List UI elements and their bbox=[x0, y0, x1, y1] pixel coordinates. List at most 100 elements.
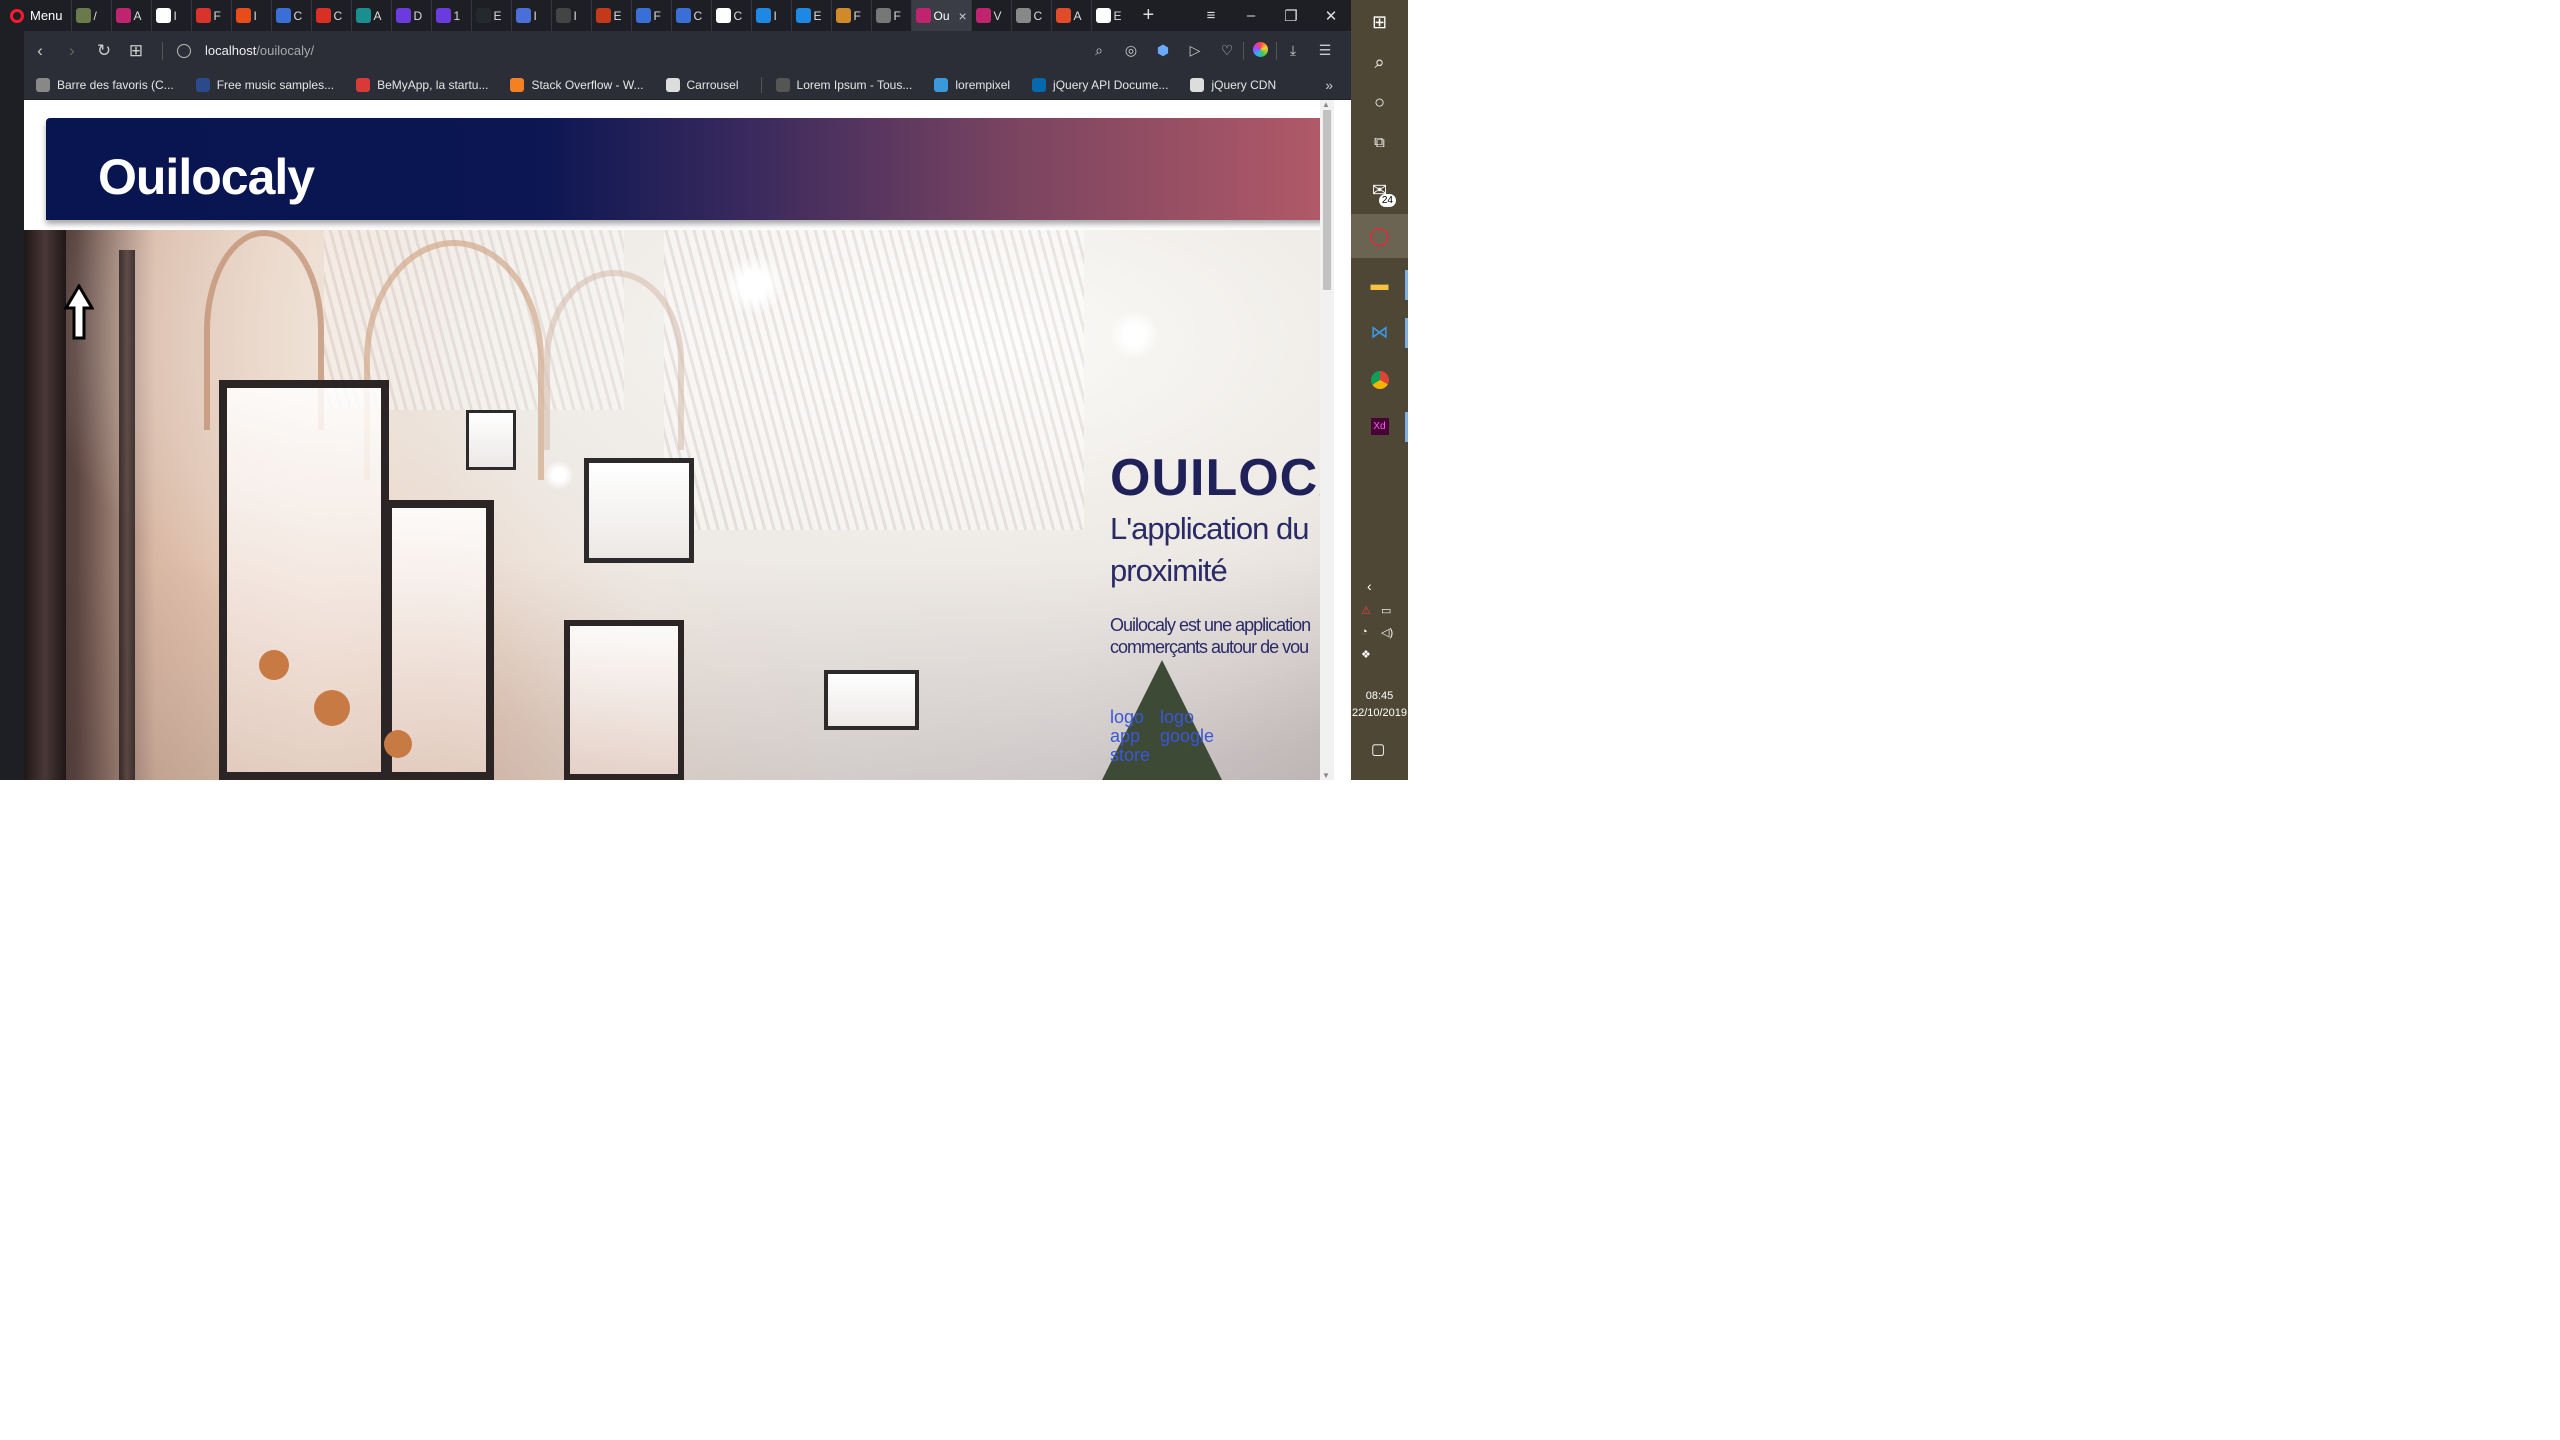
tab-13[interactable]: E bbox=[590, 0, 631, 31]
tab-18[interactable]: E bbox=[790, 0, 831, 31]
chrome-icon[interactable] bbox=[1351, 358, 1408, 402]
windows-start-icon[interactable]: ⊞ bbox=[1351, 0, 1408, 44]
tab-11[interactable]: I bbox=[510, 0, 551, 31]
tab-label: I bbox=[533, 8, 537, 23]
mail-icon[interactable]: ✉ 24 bbox=[1351, 168, 1408, 212]
tab-after-2[interactable]: A bbox=[1050, 0, 1091, 31]
volume-icon[interactable]: ◁) bbox=[1381, 626, 1393, 639]
tab-17[interactable]: I bbox=[750, 0, 791, 31]
bookmark-item[interactable]: jQuery CDN bbox=[1190, 77, 1277, 92]
network-status-icon[interactable]: ⚠ bbox=[1361, 604, 1371, 617]
snapshot-icon[interactable]: ◎ bbox=[1115, 42, 1147, 59]
tab-20[interactable]: F bbox=[870, 0, 911, 31]
minimize-button[interactable]: – bbox=[1231, 7, 1271, 24]
tab-after-1[interactable]: C bbox=[1010, 0, 1051, 31]
bookmark-item[interactable]: BeMyApp, la startu... bbox=[356, 77, 488, 92]
bookmark-item[interactable]: lorempixel bbox=[934, 77, 1010, 92]
site-info-icon[interactable] bbox=[177, 43, 191, 58]
send-icon[interactable]: ▷ bbox=[1179, 42, 1211, 59]
bookmark-label: jQuery API Docume... bbox=[1053, 77, 1169, 92]
extension-icon[interactable] bbox=[1244, 41, 1276, 60]
google-play-link[interactable]: logo google bbox=[1160, 708, 1230, 746]
bookmark-item[interactable]: Lorem Ipsum - Tous... bbox=[775, 77, 912, 92]
dropbox-icon[interactable]: ❖ bbox=[1361, 648, 1371, 661]
app-store-link[interactable]: logo app store bbox=[1110, 708, 1162, 765]
bookmark-favicon-icon bbox=[934, 77, 949, 92]
bookmark-item[interactable]: Free music samples... bbox=[195, 77, 334, 92]
page-scrollbar[interactable]: ▲ ▼ bbox=[1320, 100, 1334, 780]
easy-setup-icon[interactable]: ☰ bbox=[1309, 42, 1341, 59]
tab-15[interactable]: C bbox=[670, 0, 711, 31]
download-icon[interactable]: ⤓ bbox=[1277, 42, 1309, 59]
bookmark-item[interactable]: Carrousel bbox=[665, 77, 739, 92]
tab-1[interactable]: A bbox=[110, 0, 151, 31]
tab-16[interactable]: C bbox=[710, 0, 751, 31]
tab-label: C bbox=[733, 8, 743, 23]
action-center-icon[interactable]: ▢ bbox=[1371, 740, 1385, 758]
vpn-shield-icon[interactable]: ⬢ bbox=[1147, 42, 1179, 59]
cortana-icon[interactable]: ○ bbox=[1351, 80, 1408, 124]
tab-0[interactable]: / bbox=[70, 0, 111, 31]
system-clock[interactable]: 08:45 22/10/2019 bbox=[1351, 688, 1408, 722]
scroll-up-arrow-icon[interactable] bbox=[64, 284, 94, 340]
back-button[interactable]: ‹ bbox=[24, 41, 56, 61]
tab-active[interactable]: Ou × bbox=[910, 0, 971, 31]
tab-label: I bbox=[773, 8, 777, 23]
tab-8[interactable]: D bbox=[390, 0, 431, 31]
tab-3[interactable]: F bbox=[190, 0, 231, 31]
bookmark-favicon-icon bbox=[665, 77, 680, 92]
tab-10[interactable]: E bbox=[470, 0, 511, 31]
speed-dial-icon[interactable]: ⊞ bbox=[120, 41, 152, 61]
tab-favicon-icon bbox=[595, 8, 611, 23]
tab-after-0[interactable]: V bbox=[970, 0, 1011, 31]
reload-button[interactable]: ↻ bbox=[88, 41, 120, 61]
bookmark-label: Stack Overflow - W... bbox=[531, 77, 644, 92]
windows-taskbar: ⊞ ⌕ ○ ⧉ ✉ 24 ◯ ▬ ⋈ Xd ‹ ⚠ ▭ ◔ ◁) ❖ 08:45 … bbox=[1351, 0, 1408, 780]
tab-9[interactable]: 1 bbox=[430, 0, 471, 31]
tab-12[interactable]: I bbox=[550, 0, 591, 31]
hero-section: OUILOCA L'application du proximité Ouilo… bbox=[24, 230, 1334, 780]
tab-7[interactable]: A bbox=[350, 0, 391, 31]
close-window-button[interactable]: ✕ bbox=[1311, 7, 1351, 25]
bookmarks-overflow-button[interactable]: » bbox=[1325, 77, 1333, 93]
search-icon[interactable]: ⌕ bbox=[1083, 42, 1115, 59]
task-view-icon[interactable]: ⧉ bbox=[1351, 120, 1408, 164]
scroll-down-button[interactable]: ▼ bbox=[1322, 771, 1330, 780]
vscode-icon[interactable]: ⋈ bbox=[1351, 310, 1408, 354]
search-icon[interactable]: ⌕ bbox=[1351, 40, 1408, 84]
restore-button[interactable]: ❐ bbox=[1271, 7, 1311, 25]
tab-after-3[interactable]: E bbox=[1090, 0, 1131, 31]
wifi-icon[interactable]: ◔ bbox=[1361, 626, 1368, 638]
bookmark-item[interactable]: jQuery API Docume... bbox=[1032, 77, 1169, 92]
forward-button[interactable]: › bbox=[56, 41, 88, 61]
tab-5[interactable]: C bbox=[270, 0, 311, 31]
tab-favicon-icon bbox=[555, 8, 571, 23]
tab-2[interactable]: I bbox=[150, 0, 191, 31]
new-tab-button[interactable]: + bbox=[1131, 4, 1167, 27]
tab-4[interactable]: I bbox=[230, 0, 271, 31]
tab-6[interactable]: C bbox=[310, 0, 351, 31]
tab-menu-icon[interactable]: ≡ bbox=[1191, 7, 1231, 24]
bookmark-item[interactable]: Barre des favoris (C... bbox=[36, 77, 174, 92]
scroll-up-button[interactable]: ▲ bbox=[1322, 100, 1330, 109]
heart-bookmark-icon[interactable]: ♡ bbox=[1211, 42, 1243, 59]
site-title[interactable]: Ouilocaly bbox=[98, 148, 315, 206]
tab-19[interactable]: F bbox=[830, 0, 871, 31]
screen: Menu / A I F I C C A D 1 E I I E F C C I E F F Ou × V C A E + ≡ – … bbox=[0, 0, 1408, 780]
show-hidden-icons-chevron[interactable]: ‹ bbox=[1367, 578, 1372, 594]
url-field[interactable]: localhost/ouilocaly/ bbox=[205, 43, 314, 58]
bookmark-label: jQuery CDN bbox=[1211, 77, 1277, 92]
opera-icon[interactable]: ◯ bbox=[1351, 214, 1408, 258]
file-explorer-icon[interactable]: ▬ bbox=[1351, 262, 1408, 306]
window-left-edge bbox=[0, 31, 24, 780]
tab-14[interactable]: F bbox=[630, 0, 671, 31]
adobe-xd-icon[interactable]: Xd bbox=[1351, 404, 1408, 448]
tab-label: A bbox=[373, 8, 382, 23]
bookmark-item[interactable]: Stack Overflow - W... bbox=[510, 77, 644, 92]
close-tab-icon[interactable]: × bbox=[959, 8, 967, 24]
bookmark-favicon-icon bbox=[775, 77, 790, 92]
scrollbar-thumb[interactable] bbox=[1323, 110, 1331, 290]
opera-menu-button[interactable]: Menu bbox=[0, 0, 71, 31]
tab-label: E bbox=[813, 8, 822, 23]
battery-icon[interactable]: ▭ bbox=[1381, 604, 1391, 617]
